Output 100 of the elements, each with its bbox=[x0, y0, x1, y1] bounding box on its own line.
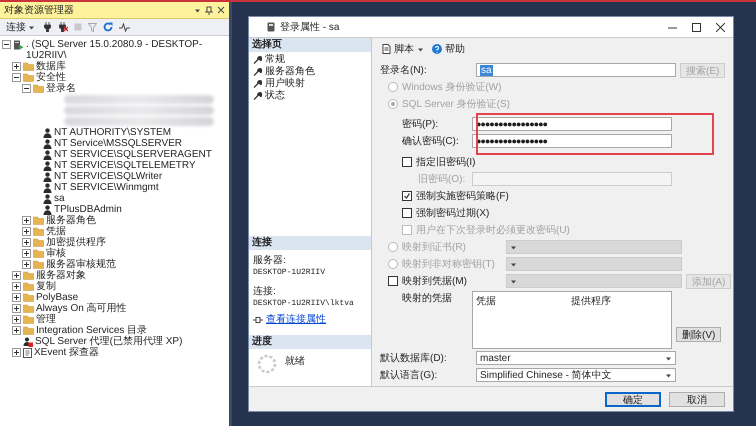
page-item[interactable]: 用户映射 bbox=[253, 78, 367, 89]
script-button[interactable]: 脚本 bbox=[380, 42, 426, 56]
cancel-button[interactable]: 取消 bbox=[669, 392, 725, 406]
user-icon bbox=[43, 150, 52, 160]
window-icon bbox=[267, 22, 275, 32]
caret-icon[interactable] bbox=[665, 372, 672, 378]
caret-icon[interactable] bbox=[510, 260, 517, 268]
caret-icon[interactable] bbox=[510, 244, 517, 250]
tree-item[interactable]: 复制 bbox=[36, 281, 56, 292]
server-icon bbox=[13, 40, 24, 50]
checkbox[interactable] bbox=[388, 276, 398, 286]
collapse-icon[interactable] bbox=[22, 84, 31, 93]
checkbox-label: 映射到凭据(M) bbox=[402, 274, 468, 288]
pulse-icon[interactable] bbox=[119, 22, 130, 32]
pin-icon[interactable] bbox=[205, 6, 213, 14]
tree-item[interactable]: TPlusDBAdmin bbox=[54, 204, 122, 215]
wrench-icon bbox=[253, 91, 262, 100]
expand-icon[interactable] bbox=[12, 348, 21, 357]
checkbox[interactable] bbox=[402, 191, 412, 201]
tree-item[interactable]: NT SERVICE\SQLTELEMETRY bbox=[54, 160, 196, 171]
tree-item[interactable]: PolyBase bbox=[36, 292, 78, 303]
dropdown[interactable]: Simplified Chinese - 简体中文 bbox=[476, 368, 676, 382]
tree-item[interactable]: NT SERVICE\SQLSERVERAGENT bbox=[54, 149, 212, 160]
document-icon bbox=[23, 348, 32, 358]
folder-icon bbox=[23, 73, 34, 82]
tree-item[interactable]: NT SERVICE\Winmgmt bbox=[54, 182, 159, 193]
tree-item[interactable]: NT SERVICE\SQLWriter bbox=[54, 171, 162, 182]
agent-icon bbox=[23, 337, 33, 347]
tree-item[interactable]: 数据库 bbox=[36, 61, 66, 72]
tree-item[interactable]: 凭据 bbox=[46, 226, 66, 237]
connection-icon bbox=[253, 316, 263, 324]
tree-item[interactable]: 安全性 bbox=[36, 72, 66, 83]
expand-icon[interactable] bbox=[12, 62, 21, 71]
caret-icon[interactable] bbox=[510, 278, 517, 284]
folder-icon bbox=[23, 315, 34, 324]
dropdown[interactable]: master bbox=[476, 351, 676, 365]
dropdown-icon[interactable] bbox=[194, 6, 201, 14]
wrench-icon bbox=[253, 55, 262, 64]
tree-item[interactable]: Always On 高可用性 bbox=[36, 303, 127, 314]
expand-icon[interactable] bbox=[12, 315, 21, 324]
help-button[interactable]: 帮助 bbox=[430, 42, 467, 56]
caret-icon[interactable] bbox=[417, 46, 424, 52]
tree-item[interactable]: 服务器审核规范 bbox=[46, 259, 116, 270]
expand-icon[interactable] bbox=[12, 326, 21, 335]
collapse-icon[interactable] bbox=[12, 73, 21, 82]
connection-link[interactable]: 查看连接属性 bbox=[266, 314, 326, 325]
tree-item[interactable]: sa bbox=[54, 193, 65, 204]
password-field[interactable]: ●●●●●●●●●●●●●●●● bbox=[472, 117, 672, 131]
tree-item[interactable]: 服务器角色 bbox=[46, 215, 96, 226]
maximize-icon[interactable] bbox=[692, 22, 701, 32]
page-item[interactable]: 状态 bbox=[253, 90, 367, 101]
tree-item[interactable]: 服务器对象 bbox=[36, 270, 86, 281]
expand-icon[interactable] bbox=[12, 282, 21, 291]
page-item[interactable]: 服务器角色 bbox=[253, 66, 367, 77]
close-icon[interactable] bbox=[716, 22, 725, 32]
expand-icon[interactable] bbox=[22, 227, 31, 236]
expand-icon[interactable] bbox=[12, 293, 21, 302]
tree-item[interactable]: 审核 bbox=[46, 248, 66, 259]
tree-item[interactable]: Integration Services 目录 bbox=[36, 325, 148, 336]
section-header: 连接 bbox=[249, 236, 371, 250]
ok-button[interactable]: 确定 bbox=[605, 392, 661, 406]
plug-icon[interactable] bbox=[43, 22, 52, 32]
confirm-password-field[interactable]: ●●●●●●●●●●●●●●●● bbox=[472, 134, 672, 148]
field-label: 确认密码(C): bbox=[402, 134, 460, 148]
field-label: 登录名(N): bbox=[380, 64, 428, 77]
caret-icon[interactable] bbox=[28, 24, 35, 30]
expand-icon[interactable] bbox=[22, 216, 31, 225]
tree-item[interactable]: XEvent 探查器 bbox=[34, 347, 100, 358]
section-header: 选择页 bbox=[249, 38, 371, 52]
close-icon[interactable] bbox=[217, 6, 225, 14]
refresh-icon[interactable] bbox=[103, 22, 113, 32]
tree-item[interactable]: 管理 bbox=[36, 314, 56, 325]
connect-button[interactable]: 连接 bbox=[4, 20, 37, 34]
login-name-field[interactable]: sa bbox=[476, 63, 676, 77]
expand-icon[interactable] bbox=[22, 260, 31, 269]
tree-item[interactable]: NT AUTHORITY\SYSTEM bbox=[54, 127, 172, 138]
folder-icon bbox=[23, 304, 34, 313]
tree-item[interactable]: NT Service\MSSQLSERVER bbox=[54, 138, 182, 149]
folder-icon bbox=[23, 271, 34, 280]
credentials-list[interactable]: 凭据 提供程序 bbox=[472, 291, 672, 349]
collapse-icon[interactable] bbox=[2, 40, 11, 49]
expand-icon[interactable] bbox=[12, 304, 21, 313]
spinner-icon bbox=[257, 354, 277, 374]
checkbox[interactable] bbox=[402, 208, 412, 218]
folder-icon bbox=[23, 282, 34, 291]
expand-icon[interactable] bbox=[22, 249, 31, 258]
field-label: 旧密码(O): bbox=[418, 172, 466, 186]
tree-item[interactable]: 登录名 bbox=[46, 83, 76, 94]
unplug-icon[interactable] bbox=[58, 22, 68, 32]
delete-button[interactable]: 删除(V) bbox=[676, 327, 722, 342]
page-item[interactable]: 常规 bbox=[253, 54, 367, 65]
expand-icon[interactable] bbox=[22, 238, 31, 247]
caret-icon[interactable] bbox=[665, 354, 672, 362]
tree-item[interactable]: 加密提供程序 bbox=[46, 237, 106, 248]
tree-item[interactable]: SQL Server 代理(已禁用代理 XP) bbox=[35, 336, 182, 347]
user-icon bbox=[43, 194, 52, 204]
user-icon bbox=[43, 205, 52, 215]
expand-icon[interactable] bbox=[12, 271, 21, 280]
tree-item[interactable]: . (SQL Server 15.0.2080.9 - DESKTOP-1U2RIIV\ bbox=[26, 39, 227, 61]
checkbox[interactable] bbox=[402, 157, 412, 167]
